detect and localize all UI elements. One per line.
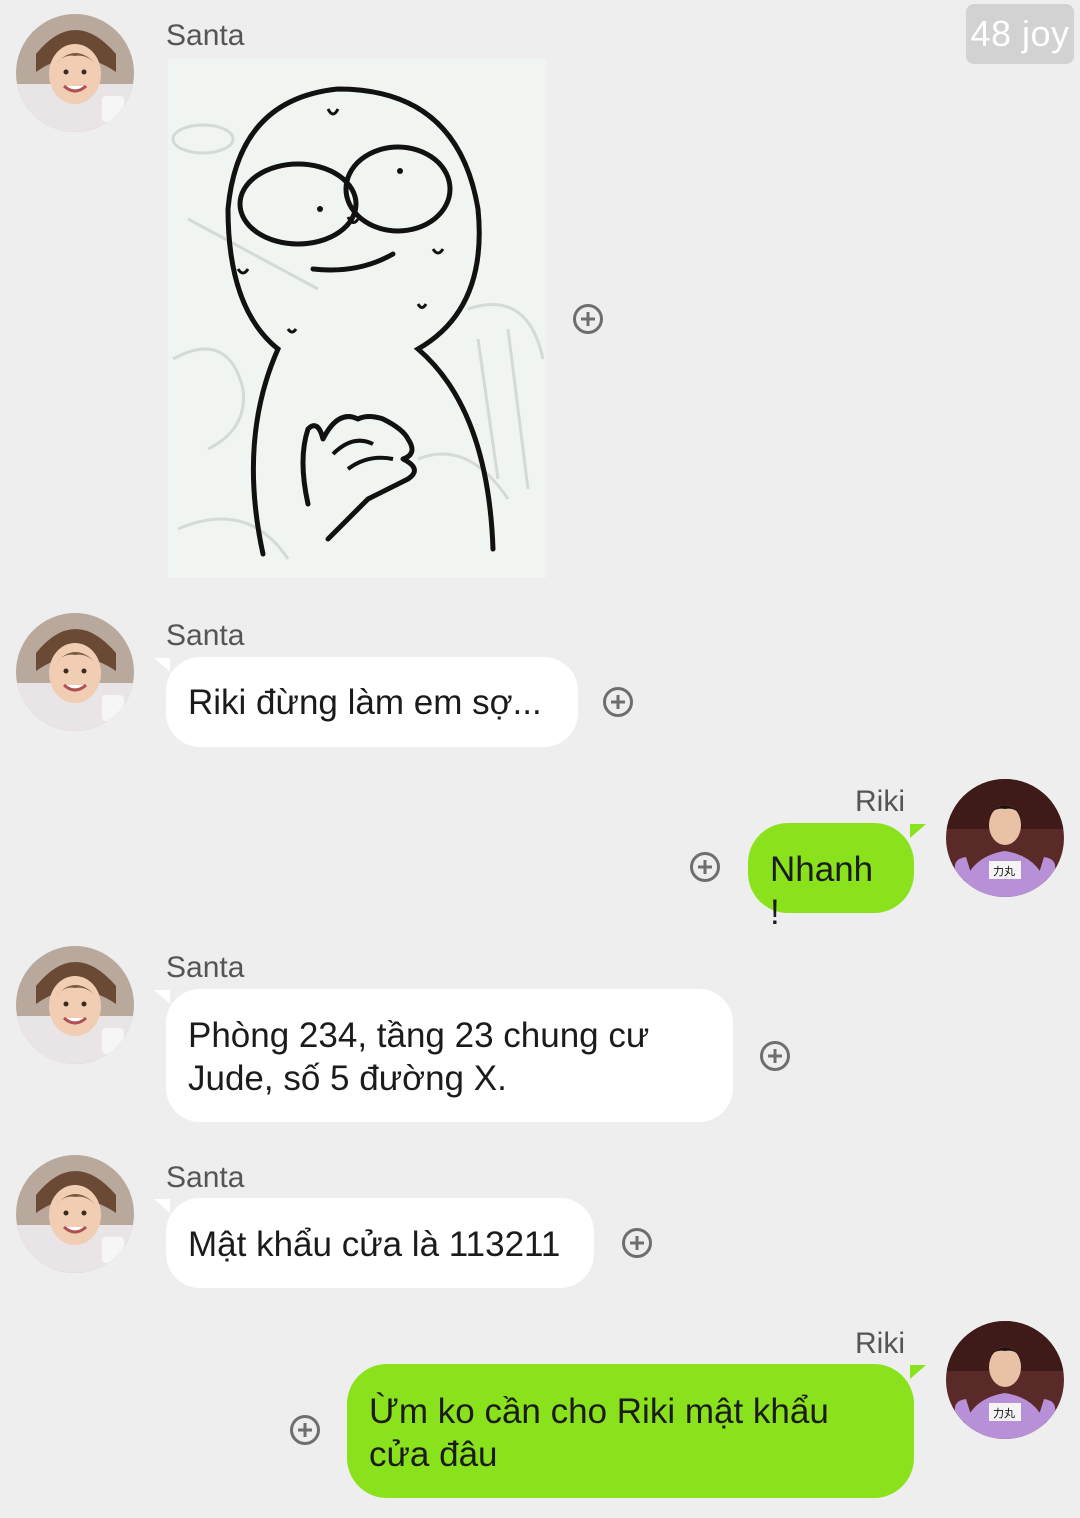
watermark-label: 48 joy	[966, 4, 1074, 64]
avatar-santa[interactable]	[16, 946, 134, 1064]
bubble-tail	[154, 1199, 170, 1213]
message-bubble[interactable]: Ừm ko cần cho Riki mật khẩu cửa đâu	[347, 1364, 914, 1498]
message-text-line: Jude, số 5 đường X.	[188, 1059, 507, 1098]
add-reaction-button[interactable]	[603, 687, 633, 717]
add-reaction-button[interactable]	[690, 852, 720, 882]
sender-name: Santa	[166, 1161, 245, 1194]
add-reaction-button[interactable]	[573, 304, 603, 334]
svg-text:力丸: 力丸	[993, 865, 1015, 878]
message-text: Riki đừng làm em sợ...	[188, 683, 542, 722]
avatar-santa[interactable]	[16, 1155, 134, 1273]
add-reaction-button[interactable]	[290, 1415, 320, 1445]
message-text-line: Ừm ko cần cho Riki mật khẩu	[369, 1392, 829, 1431]
message-bubble[interactable]: Nhanh !	[748, 823, 914, 932]
avatar-riki[interactable]: 力丸	[946, 1321, 1064, 1439]
sender-name: Santa	[166, 951, 245, 984]
bubble-tail	[910, 824, 926, 838]
bubble-tail	[910, 1365, 926, 1379]
sender-name: Santa	[166, 19, 245, 52]
message-bubble[interactable]: Mật khẩu cửa là 113211	[166, 1198, 594, 1288]
message-text-line: Phòng 234, tầng 23 chung cư	[188, 1016, 650, 1055]
avatar-santa[interactable]	[16, 613, 134, 731]
sender-name: Riki	[855, 1327, 905, 1360]
message-bubble[interactable]: Riki đừng làm em sợ...	[166, 657, 578, 747]
sender-name: Santa	[166, 619, 245, 652]
message-bubble[interactable]: Phòng 234, tầng 23 chung cư Jude, số 5 đ…	[166, 989, 733, 1122]
bubble-tail	[154, 658, 170, 672]
sender-name: Riki	[855, 785, 905, 818]
sweating-nervous-face-sticker[interactable]	[168, 59, 546, 578]
add-reaction-button[interactable]	[622, 1228, 652, 1258]
avatar-riki[interactable]: 力丸	[946, 779, 1064, 897]
message-text: Mật khẩu cửa là 113211	[188, 1225, 561, 1264]
add-reaction-button[interactable]	[760, 1041, 790, 1071]
message-text-line: cửa đâu	[369, 1435, 498, 1474]
message-text: Nhanh !	[770, 850, 874, 932]
svg-text:力丸: 力丸	[993, 1407, 1015, 1420]
bubble-tail	[154, 990, 170, 1004]
avatar-santa[interactable]	[16, 14, 134, 132]
